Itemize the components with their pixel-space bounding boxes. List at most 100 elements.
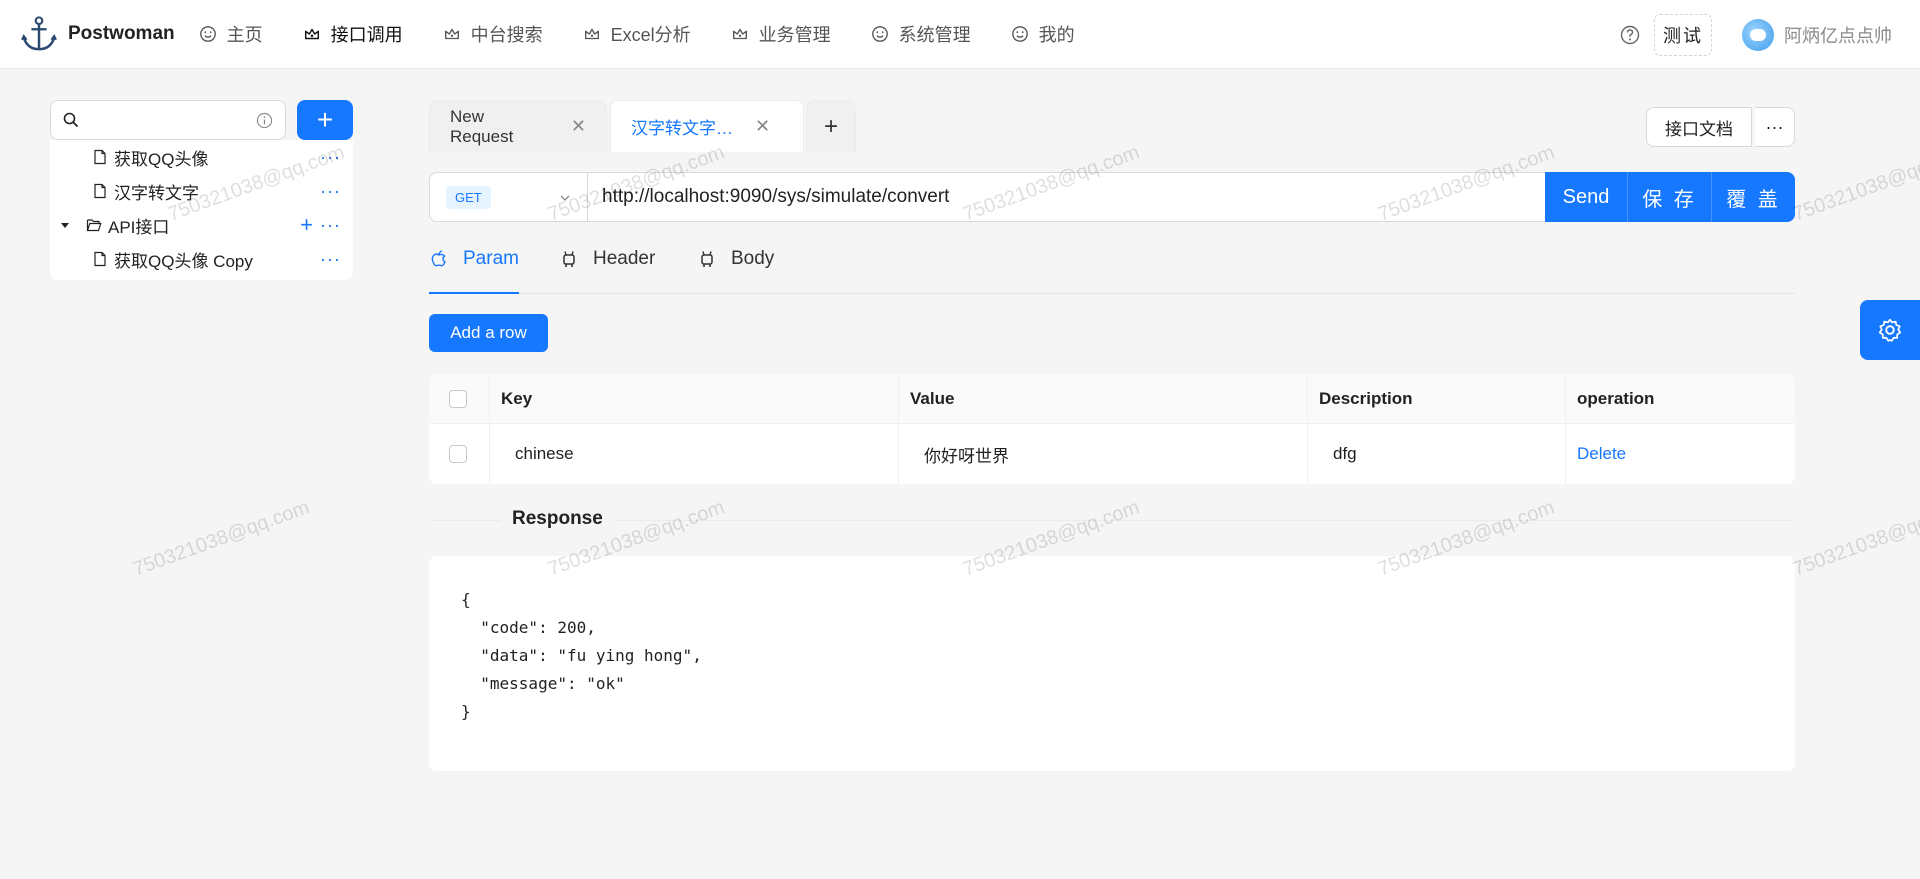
file-icon <box>94 183 106 199</box>
column-header-value: Value <box>910 388 955 408</box>
more-icon[interactable]: ··· <box>320 147 341 168</box>
crown-icon <box>732 28 747 40</box>
tree-item-hanzi-convert[interactable]: 汉字转文字 ··· <box>50 174 353 208</box>
nav-item-api-call[interactable]: 接口调用 <box>303 21 403 47</box>
nav-item-system[interactable]: 系统管理 <box>871 21 971 47</box>
smile-icon <box>871 26 888 42</box>
overwrite-button[interactable]: 覆 盖 <box>1711 172 1795 222</box>
tree-item-label: 获取QQ头像 Copy <box>114 251 253 271</box>
subtab-label: Param <box>463 248 519 269</box>
table-row: chinese 你好呀世界 dfg Delete <box>429 424 1795 484</box>
chat-bubble-icon <box>1750 28 1766 41</box>
watermark: 750321038@qq.com <box>130 496 313 581</box>
more-icon[interactable]: ··· <box>320 181 341 202</box>
avatar[interactable] <box>1742 18 1774 51</box>
delete-link[interactable]: Delete <box>1577 424 1626 484</box>
tab-param[interactable]: Param <box>429 248 519 270</box>
nav-item-mine[interactable]: 我的 <box>1011 21 1075 47</box>
search-icon <box>63 112 79 128</box>
table-header: Key Value Description operation <box>429 374 1795 424</box>
column-divider <box>489 374 490 484</box>
column-divider <box>898 374 899 484</box>
tree-item-get-qq-avatar-copy[interactable]: 获取QQ头像 Copy ··· <box>50 242 353 276</box>
request-url-bar: GET Send 保 存 覆 盖 <box>429 172 1795 222</box>
add-row-button[interactable]: Add a row <box>429 314 548 352</box>
crown-icon <box>584 28 599 40</box>
smile-icon <box>199 26 216 42</box>
watermark: 750321038@qq.com <box>1790 141 1920 226</box>
nav-label: 中台搜索 <box>470 25 543 45</box>
gear-icon <box>1878 318 1902 342</box>
method-select[interactable]: GET <box>430 173 588 221</box>
tree-item-label: 汉字转文字 <box>114 183 199 203</box>
tab-body[interactable]: Body <box>697 248 774 270</box>
anchor-icon <box>21 16 57 51</box>
nav-label: 接口调用 <box>330 25 403 45</box>
file-icon <box>94 149 106 165</box>
nav-item-excel[interactable]: Excel分析 <box>583 21 691 47</box>
app-name: Postwoman <box>68 23 175 44</box>
caret-down-icon[interactable] <box>60 220 70 230</box>
close-icon[interactable]: ✕ <box>571 116 586 137</box>
add-tab-button[interactable]: + <box>806 100 856 152</box>
response-body: { "code": 200, "data": "fu ying hong", "… <box>461 590 702 721</box>
subtab-label: Header <box>593 248 656 269</box>
sidebar-search <box>50 100 286 140</box>
tab-hanzi-convert[interactable]: 汉字转文字… ✕ <box>610 100 804 152</box>
nav-item-business[interactable]: 业务管理 <box>731 21 831 47</box>
api-doc-button[interactable]: 接口文档 <box>1646 107 1752 147</box>
add-request-button[interactable]: + <box>297 100 353 140</box>
url-input[interactable] <box>602 173 1452 221</box>
select-all-checkbox[interactable] <box>449 389 467 408</box>
api-tree: 获取QQ头像 ··· 汉字转文字 ··· API接口 + ··· 获取QQ头像 … <box>50 140 353 280</box>
tree-item-get-qq-avatar[interactable]: 获取QQ头像 ··· <box>50 140 353 174</box>
request-actions: Send 保 存 覆 盖 <box>1545 172 1795 222</box>
question-circle-icon[interactable] <box>1620 25 1640 45</box>
send-button[interactable]: Send <box>1545 172 1627 222</box>
param-key[interactable]: chinese <box>515 424 574 484</box>
row-checkbox[interactable] <box>449 445 467 463</box>
more-icon[interactable]: ··· <box>320 249 341 270</box>
tab-new-request[interactable]: New Request ✕ <box>429 100 607 152</box>
top-navigation-bar: Postwoman 主页 接口调用 中台搜索 Excel分析 业务管理 系统管理 <box>0 0 1920 69</box>
column-header-description: Description <box>1319 388 1413 408</box>
username[interactable]: 阿炳亿点点帅 <box>1784 22 1892 48</box>
android-icon <box>701 251 713 267</box>
column-header-key: Key <box>501 388 533 408</box>
response-title: Response <box>500 508 615 530</box>
column-divider <box>1307 374 1308 484</box>
more-options-button[interactable]: ··· <box>1755 107 1795 147</box>
folder-add-icon[interactable]: + <box>300 212 313 238</box>
environment-button[interactable]: 测试 <box>1654 13 1712 56</box>
tree-item-label: 获取QQ头像 <box>114 149 209 169</box>
param-description[interactable]: dfg <box>1333 424 1357 484</box>
nav-item-search[interactable]: 中台搜索 <box>443 21 543 47</box>
tab-header[interactable]: Header <box>559 248 655 270</box>
params-table: Key Value Description operation chinese … <box>429 374 1795 484</box>
save-button[interactable]: 保 存 <box>1627 172 1711 222</box>
column-divider <box>1565 374 1566 484</box>
nav-item-home[interactable]: 主页 <box>199 21 263 47</box>
row-select-cell <box>449 424 467 484</box>
nav-label: 主页 <box>226 25 263 45</box>
close-icon[interactable]: ✕ <box>755 116 770 137</box>
subtab-label: Body <box>731 248 775 269</box>
apple-icon <box>431 250 446 267</box>
response-panel: { "code": 200, "data": "fu ying hong", "… <box>429 556 1795 771</box>
crown-icon <box>444 28 459 40</box>
search-input[interactable] <box>87 111 256 129</box>
settings-float-button[interactable] <box>1860 300 1920 360</box>
info-circle-icon[interactable] <box>256 112 273 129</box>
header-right: 测试 阿炳亿点点帅 <box>1620 0 1920 69</box>
method-tag: GET <box>446 185 491 209</box>
tree-folder-api[interactable]: API接口 + ··· <box>50 208 353 242</box>
app-logo[interactable]: Postwoman <box>20 14 175 54</box>
tab-label: New Request <box>450 106 514 146</box>
more-icon[interactable]: ··· <box>320 215 341 236</box>
param-value[interactable]: 你好呀世界 <box>924 424 1009 484</box>
tab-label: 汉字转文字… <box>631 119 733 138</box>
column-header-operation: operation <box>1577 388 1655 408</box>
nav-label: 我的 <box>1038 25 1075 45</box>
watermark: 750321038@qq.com <box>1790 496 1920 581</box>
nav-label: 业务管理 <box>758 25 831 45</box>
